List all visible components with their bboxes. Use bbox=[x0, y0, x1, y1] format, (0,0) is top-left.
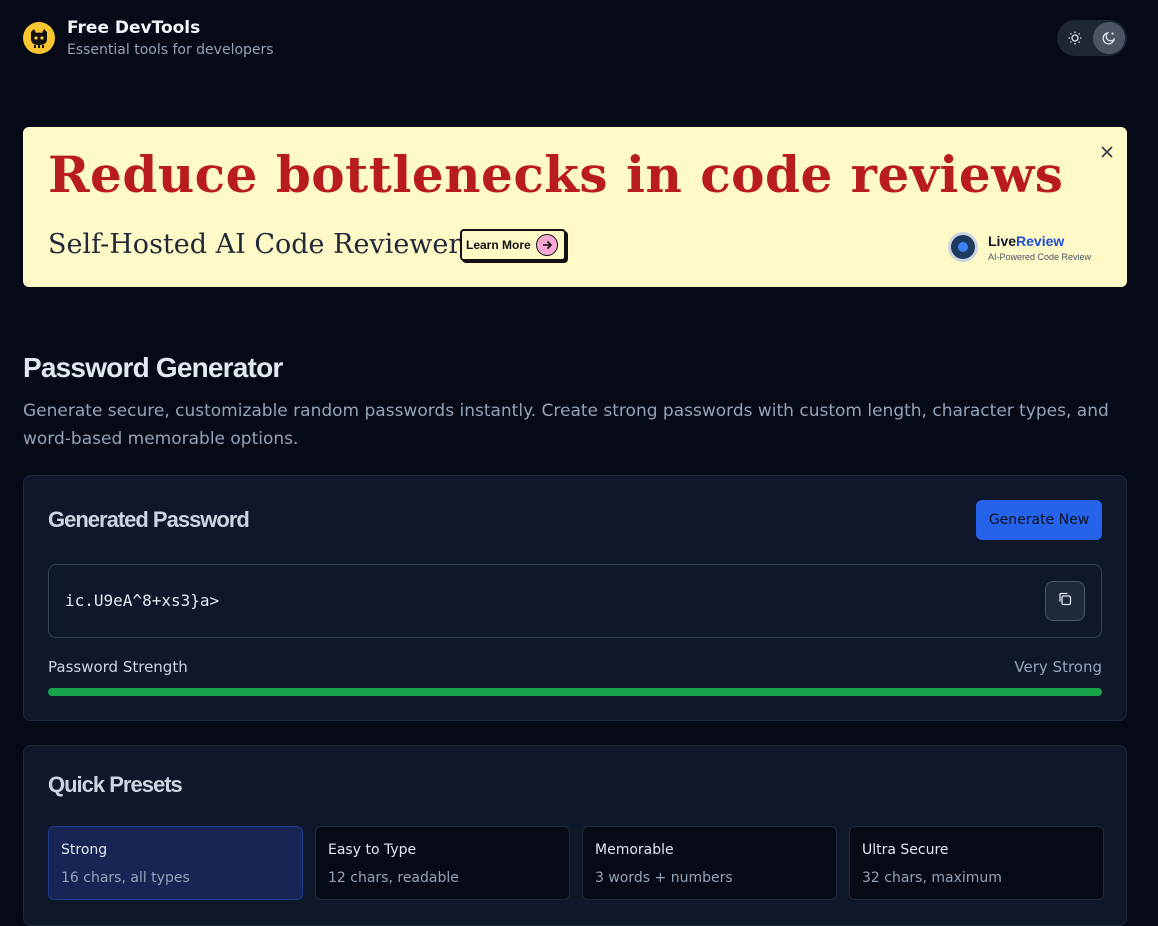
ad-subheadline: Self-Hosted AI Code Reviewer bbox=[48, 229, 462, 260]
generated-password-title: Generated Password bbox=[48, 507, 250, 532]
preset-description: 16 chars, all types bbox=[61, 870, 190, 886]
learn-more-button[interactable]: Learn More bbox=[460, 229, 566, 261]
ad-brand-live: Live bbox=[988, 233, 1017, 249]
password-strength-value: Very Strong bbox=[1014, 658, 1102, 676]
livereview-logo-icon bbox=[948, 232, 978, 262]
ad-brand-tagline: AI-Powered Code Review bbox=[988, 252, 1092, 262]
learn-more-label: Learn More bbox=[466, 238, 531, 252]
close-icon[interactable] bbox=[1098, 143, 1116, 161]
preset-easy-to-type[interactable]: Easy to Type 12 chars, readable bbox=[315, 826, 570, 900]
preset-strong[interactable]: Strong 16 chars, all types bbox=[48, 826, 303, 900]
generate-new-button[interactable]: Generate New bbox=[976, 500, 1102, 540]
password-strength-fill bbox=[48, 688, 1102, 696]
preset-name: Ultra Secure bbox=[862, 842, 949, 858]
moon-icon[interactable] bbox=[1093, 22, 1125, 54]
theme-toggle[interactable] bbox=[1057, 20, 1127, 56]
page-description: Generate secure, customizable random pas… bbox=[23, 401, 1109, 449]
github-octocat-icon[interactable] bbox=[23, 22, 55, 54]
preset-memorable[interactable]: Memorable 3 words + numbers bbox=[582, 826, 837, 900]
password-output[interactable]: ic.U9eA^8+xs3}a> bbox=[48, 564, 1102, 638]
copy-icon bbox=[1057, 591, 1073, 611]
preset-name: Easy to Type bbox=[328, 842, 417, 858]
app-title[interactable]: Free DevTools bbox=[67, 18, 200, 38]
quick-presets-card: Quick Presets Strong 16 chars, all types… bbox=[23, 745, 1127, 926]
preset-grid: Strong 16 chars, all types Easy to Type … bbox=[48, 826, 1104, 900]
preset-ultra-secure[interactable]: Ultra Secure 32 chars, maximum bbox=[849, 826, 1104, 900]
password-text[interactable]: ic.U9eA^8+xs3}a> bbox=[65, 591, 219, 610]
password-strength-bar bbox=[48, 688, 1102, 696]
ad-headline: Reduce bottlenecks in code reviews bbox=[48, 145, 1064, 204]
sun-icon[interactable] bbox=[1059, 22, 1091, 54]
preset-description: 32 chars, maximum bbox=[862, 870, 1002, 886]
ad-brand-review: Review bbox=[1016, 233, 1065, 249]
quick-presets-title: Quick Presets bbox=[48, 772, 183, 797]
preset-description: 3 words + numbers bbox=[595, 870, 733, 886]
page-title: Password Generator bbox=[23, 352, 283, 383]
generated-password-card: Generated Password Generate New ic.U9eA^… bbox=[23, 475, 1127, 721]
preset-name: Memorable bbox=[595, 842, 674, 858]
app-subtitle: Essential tools for developers bbox=[67, 42, 274, 58]
preset-name: Strong bbox=[61, 842, 108, 858]
arrow-right-icon bbox=[535, 234, 558, 256]
copy-button[interactable] bbox=[1045, 581, 1085, 621]
ad-banner[interactable]: Reduce bottlenecks in code reviews Self-… bbox=[23, 127, 1127, 287]
ad-brand-name: LiveReview bbox=[988, 233, 1064, 249]
password-strength-label: Password Strength bbox=[48, 658, 188, 676]
preset-description: 12 chars, readable bbox=[328, 870, 459, 886]
app-header: Free DevTools Essential tools for develo… bbox=[23, 18, 1127, 58]
